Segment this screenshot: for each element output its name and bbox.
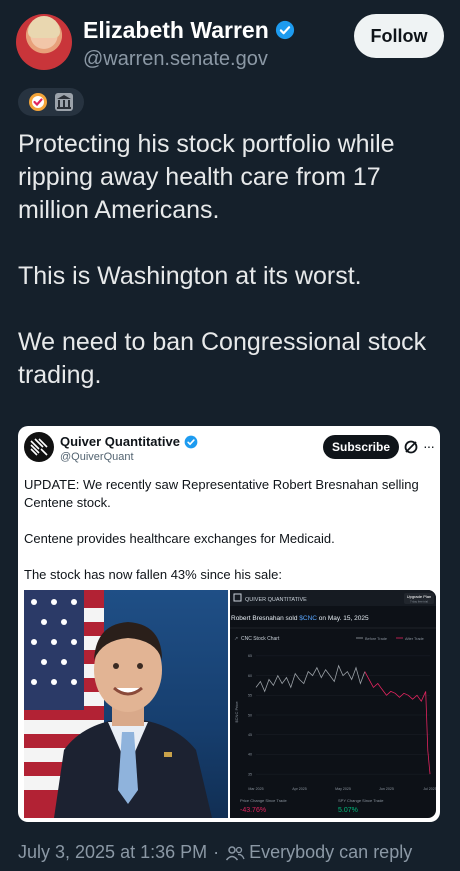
tweet-header: Elizabeth Warren @warren.senate.gov Foll… <box>16 14 444 74</box>
tweet-paragraph: This is Washington at its worst. <box>18 262 362 290</box>
separator: · <box>213 842 220 862</box>
quoted-tweet-text: UPDATE: We recently saw Representative R… <box>24 476 428 584</box>
spy-change-label: SPY Change Since Trade <box>338 798 384 803</box>
representative-photo[interactable] <box>24 590 228 818</box>
y-tick-label: 45 <box>248 733 252 737</box>
cnc-stock-chart: QUIVER QUANTITATIVE Upgrade Plan 7-day f… <box>230 590 436 814</box>
more-options-icon[interactable]: ··· <box>423 438 435 454</box>
upgrade-sub: 7-day free trial <box>410 600 428 604</box>
y-tick-label: 60 <box>248 674 252 678</box>
chart-title: CNC Stock Chart <box>241 636 280 642</box>
y-tick-label: 35 <box>248 772 252 776</box>
government-building-icon <box>53 91 75 113</box>
quoted-name-row: Quiver Quantitative <box>60 434 198 449</box>
series-line-after-trade <box>364 671 431 775</box>
series-line-before-trade <box>255 664 366 693</box>
subscribe-button[interactable]: Subscribe <box>323 435 399 459</box>
legend-before-trade: Before Trade <box>365 637 387 641</box>
y-tick-label: 65 <box>248 654 252 658</box>
quoted-author-avatar[interactable] <box>24 432 54 462</box>
upgrade-label: Upgrade Plan <box>407 594 431 599</box>
x-tick-label: May 2025 <box>335 787 351 791</box>
quoted-paragraph: Centene provides healthcare exchanges fo… <box>24 531 335 546</box>
quoted-handle[interactable]: @QuiverQuant <box>60 451 134 463</box>
tweet-paragraph: Protecting his stock portfolio while rip… <box>18 130 395 224</box>
x-tick-label: Mar 2025 <box>248 787 263 791</box>
tweet-text: Protecting his stock portfolio while rip… <box>18 128 442 392</box>
y-tick-label: 55 <box>248 694 252 698</box>
check-badge-icon <box>27 91 49 113</box>
stock-chart-image[interactable]: QUIVER QUANTITATIVE Upgrade Plan 7-day f… <box>230 590 436 818</box>
people-icon <box>226 845 245 860</box>
price-change-value: -43.76% <box>240 807 266 814</box>
verified-badge-icon <box>184 435 198 448</box>
author-name-row: Elizabeth Warren <box>83 16 295 44</box>
tweet-paragraph: We need to ban Congressional stock tradi… <box>18 328 427 389</box>
chart-brand: QUIVER QUANTITATIVE <box>245 597 307 603</box>
quiver-logo-icon <box>30 438 48 456</box>
quoted-paragraph: UPDATE: We recently saw Representative R… <box>24 477 419 510</box>
chart-icon: ↗ <box>234 636 238 642</box>
x-tick-label: Jul 2025 <box>423 787 436 791</box>
y-tick-label: 40 <box>248 753 252 757</box>
timestamp[interactable]: July 3, 2025 at 1:36 PM <box>18 842 207 863</box>
y-axis-label: $CNC Price <box>234 701 239 723</box>
verified-badge-icon <box>275 20 294 40</box>
spy-change-value: 5.07% <box>338 807 358 814</box>
x-tick-label: Apr 2025 <box>292 787 307 791</box>
y-tick-label: 50 <box>248 713 252 717</box>
author-display-name[interactable]: Elizabeth Warren <box>83 17 269 44</box>
portrait-image <box>24 590 212 818</box>
follow-button[interactable]: Follow <box>354 14 444 58</box>
price-change-label: Price Change Since Trade <box>240 798 287 803</box>
quoted-display-name[interactable]: Quiver Quantitative <box>60 434 180 449</box>
tweet-footer: July 3, 2025 at 1:36 PM · Everybody can … <box>18 842 448 863</box>
legend-after-trade: After Trade <box>405 637 424 641</box>
chart-headline: Robert Bresnahan sold $CNC on May. 15, 2… <box>231 615 369 622</box>
quoted-tweet-card[interactable]: Quiver Quantitative @QuiverQuant Subscri… <box>18 426 440 822</box>
x-tick-label: Jun 2025 <box>379 787 394 791</box>
affiliation-badges[interactable] <box>18 88 84 116</box>
author-handle[interactable]: @warren.senate.gov <box>83 48 268 71</box>
author-avatar[interactable] <box>16 14 72 70</box>
reply-setting[interactable]: Everybody can reply <box>249 842 412 863</box>
grok-icon[interactable] <box>403 439 419 455</box>
quoted-paragraph: The stock has now fallen 43% since his s… <box>24 567 282 582</box>
